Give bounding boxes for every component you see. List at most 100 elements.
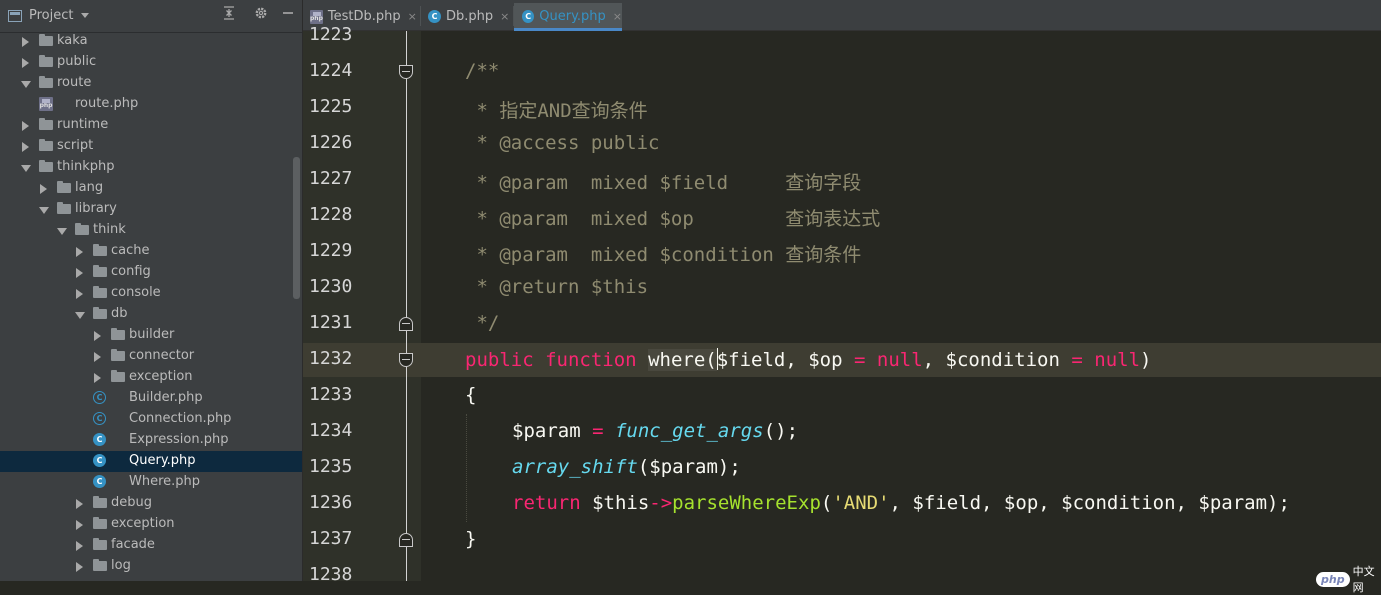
chevron-down-icon[interactable] (57, 228, 67, 235)
tree-item-label: exception (129, 369, 193, 384)
folder-icon (111, 370, 125, 382)
gear-icon[interactable] (252, 6, 270, 26)
code-line-1224: /** (465, 60, 500, 82)
tree-item-label: connector (129, 348, 195, 363)
tree-item-label: lang (75, 180, 104, 195)
tab-label: TestDb.php (327, 9, 401, 24)
php-file-icon: php (39, 97, 53, 111)
tree-item[interactable]: config (0, 262, 302, 283)
watermark: php 中文网 (1316, 563, 1381, 595)
tree-item[interactable]: route (0, 73, 302, 94)
tree-item[interactable]: debug (0, 493, 302, 514)
chevron-right-icon[interactable] (76, 289, 83, 299)
project-tree-scrollbar[interactable] (293, 157, 300, 299)
tree-item[interactable]: script (0, 136, 302, 157)
chevron-right-icon[interactable] (76, 562, 83, 572)
tree-item-label: route.php (75, 96, 139, 111)
tree-item[interactable]: php route.php (0, 94, 302, 115)
tab-divider (420, 6, 421, 26)
tree-item[interactable]: cache (0, 241, 302, 262)
chevron-right-icon[interactable] (94, 352, 101, 362)
tree-item[interactable]: builder (0, 325, 302, 346)
chevron-right-icon[interactable] (76, 268, 83, 278)
class-icon: C (522, 10, 535, 23)
close-icon[interactable]: × (613, 10, 622, 23)
folder-icon (93, 559, 107, 571)
line-number: 1235 (309, 456, 353, 477)
project-title: Project (29, 8, 74, 23)
chevron-right-icon[interactable] (94, 373, 101, 383)
fold-icon[interactable] (399, 353, 413, 367)
watermark-logo: php (1316, 571, 1350, 587)
folder-icon (111, 328, 125, 340)
line-number: 1238 (309, 564, 353, 585)
chevron-down-icon[interactable] (75, 312, 85, 319)
collapse-all-icon[interactable] (220, 6, 238, 26)
chevron-right-icon[interactable] (76, 520, 83, 530)
chevron-right-icon[interactable] (94, 331, 101, 341)
tree-item-label: kaka (57, 33, 88, 48)
chevron-right-icon[interactable] (76, 499, 83, 509)
tree-item[interactable]: runtime (0, 115, 302, 136)
tree-item-label: db (111, 306, 128, 321)
close-icon[interactable]: × (500, 10, 509, 23)
folder-icon (39, 160, 53, 172)
project-view-selector[interactable]: Project (8, 8, 90, 23)
code-line-1232: public function where($field, $op = null… (465, 348, 1152, 371)
tree-item-label: route (57, 75, 92, 90)
tree-item[interactable]: C Expression.php (0, 430, 302, 451)
fold-icon[interactable] (399, 533, 413, 547)
tree-item[interactable]: thinkphp (0, 157, 302, 178)
gutter-separator (406, 31, 407, 581)
tree-item[interactable]: console (0, 283, 302, 304)
chevron-down-icon[interactable] (21, 165, 31, 172)
chevron-right-icon[interactable] (22, 37, 29, 47)
tab-label: Query.php (539, 9, 606, 24)
tree-item[interactable]: C Where.php (0, 472, 302, 493)
tree-item[interactable]: exception (0, 514, 302, 535)
chevron-right-icon[interactable] (22, 121, 29, 131)
code-line-1225: * 指定AND查询条件 (465, 100, 648, 122)
fold-icon[interactable] (399, 317, 413, 331)
tab-db[interactable]: C Db.php × (428, 3, 510, 30)
folder-icon (93, 265, 107, 277)
line-number: 1223 (309, 24, 353, 45)
fold-icon[interactable] (399, 65, 413, 79)
minimize-icon[interactable] (279, 6, 297, 26)
tree-item[interactable]: log (0, 556, 302, 577)
tree-item[interactable]: think (0, 220, 302, 241)
tree-item[interactable]: C Builder.php (0, 388, 302, 409)
folder-icon (93, 307, 107, 319)
chevron-right-icon[interactable] (76, 541, 83, 551)
tree-item[interactable]: library (0, 199, 302, 220)
folder-icon (57, 181, 71, 193)
tab-query[interactable]: C Query.php × (514, 3, 622, 31)
project-panel: Project kaka public route php route.php runti… (0, 0, 303, 581)
chevron-down-icon[interactable] (39, 207, 49, 214)
folder-icon (93, 286, 107, 298)
line-number: 1237 (309, 528, 353, 549)
code-line-1230: * @return $this (465, 276, 649, 298)
chevron-right-icon[interactable] (76, 247, 83, 257)
tree-item[interactable]: connector (0, 346, 302, 367)
tree-item[interactable]: public (0, 52, 302, 73)
class-icon: C (93, 433, 106, 446)
tree-item[interactable]: C Query.php (0, 451, 302, 472)
close-icon[interactable]: × (408, 10, 417, 23)
tree-item-label: library (75, 201, 117, 216)
tree-item[interactable]: kaka (0, 31, 302, 52)
tree-item[interactable]: exception (0, 367, 302, 388)
tree-item[interactable]: db (0, 304, 302, 325)
chevron-right-icon[interactable] (40, 184, 47, 194)
chevron-right-icon[interactable] (22, 142, 29, 152)
tree-item[interactable]: lang (0, 178, 302, 199)
tree-item[interactable]: facade (0, 535, 302, 556)
chevron-right-icon[interactable] (22, 58, 29, 68)
watermark-text: 中文网 (1352, 565, 1375, 594)
abstract-class-icon: C (93, 391, 106, 404)
chevron-down-icon[interactable] (21, 81, 31, 88)
tree-item[interactable]: C Connection.php (0, 409, 302, 430)
line-number: 1224 (309, 60, 353, 81)
code-line-1226: * @access public (465, 132, 660, 154)
tree-item-label: exception (111, 516, 175, 531)
